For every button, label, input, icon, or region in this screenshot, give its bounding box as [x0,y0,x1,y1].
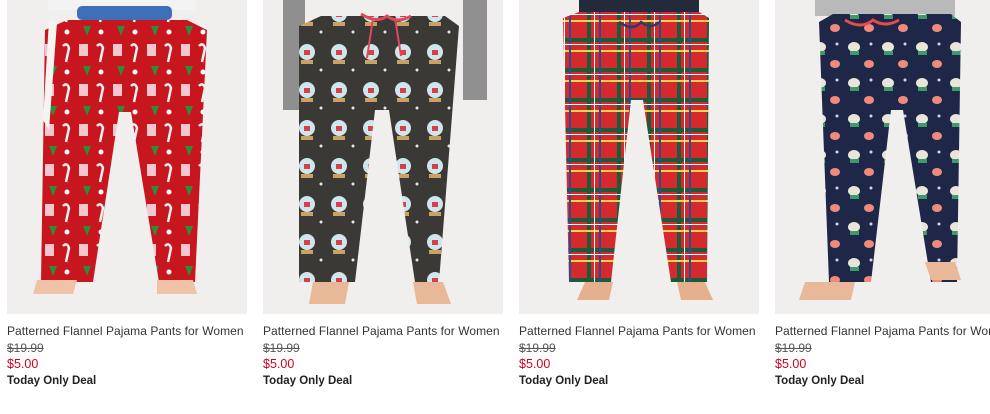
sale-price: $5.00 [519,357,551,371]
product-card[interactable]: Patterned Flannel Pajama Pants for Women… [775,0,990,414]
sale-price: $5.00 [775,357,807,371]
sale-price: $5.00 [7,357,39,371]
product-name[interactable]: Patterned Flannel Pajama Pants for Women [775,324,990,338]
product-card[interactable]: Patterned Flannel Pajama Pants for Women… [263,0,503,414]
original-price: $19.99 [519,341,556,355]
original-price: $19.99 [263,341,300,355]
deal-badge: Today Only Deal [519,375,609,387]
original-price: $19.99 [7,341,44,355]
product-image[interactable] [775,0,990,314]
product-name[interactable]: Patterned Flannel Pajama Pants for Women [263,324,500,338]
product-image[interactable] [519,0,759,314]
deal-badge: Today Only Deal [7,375,97,387]
product-grid: Patterned Flannel Pajama Pants for Women… [0,0,990,414]
product-name[interactable]: Patterned Flannel Pajama Pants for Women [519,324,756,338]
product-card[interactable]: Patterned Flannel Pajama Pants for Women… [519,0,759,414]
product-image[interactable] [263,0,503,314]
product-card[interactable]: Patterned Flannel Pajama Pants for Women… [7,0,247,414]
sale-price: $5.00 [263,357,295,371]
deal-badge: Today Only Deal [263,375,353,387]
original-price: $19.99 [775,341,812,355]
product-name[interactable]: Patterned Flannel Pajama Pants for Women [7,324,244,338]
product-image[interactable] [7,0,247,314]
deal-badge: Today Only Deal [775,375,865,387]
